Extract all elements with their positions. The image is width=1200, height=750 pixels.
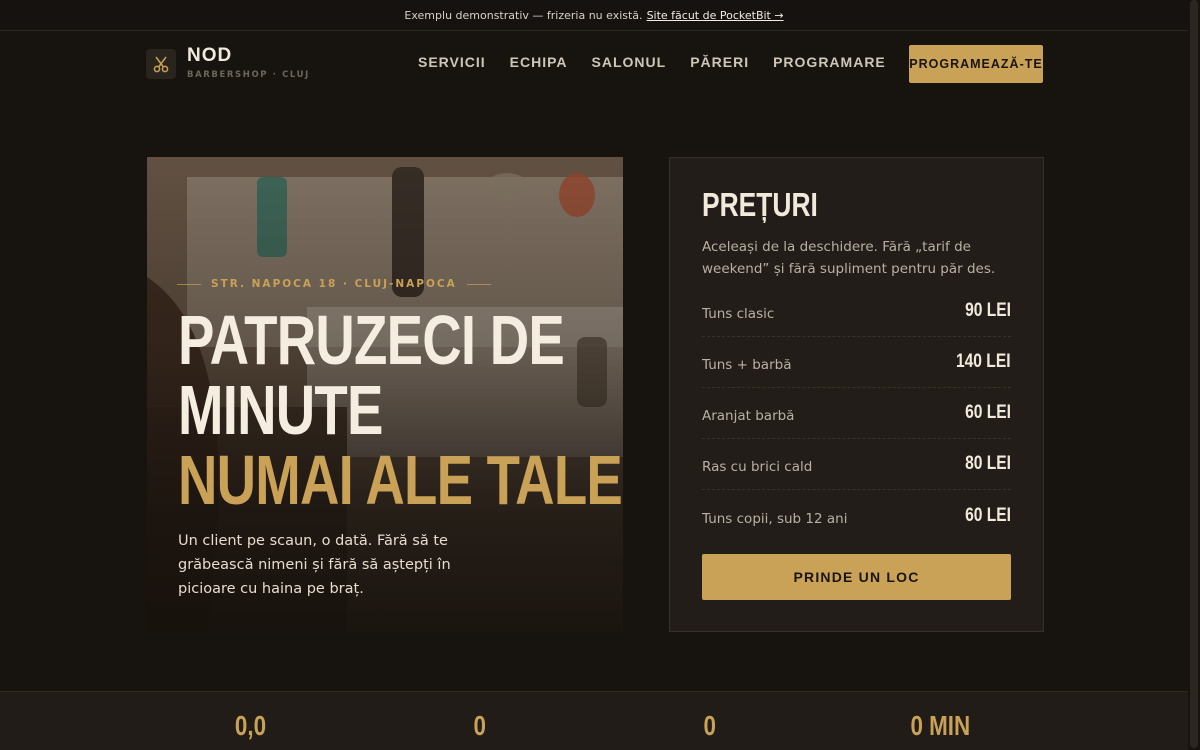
service-price: 60 LEI (965, 504, 1011, 526)
nav-echipa[interactable]: ECHIPA (510, 54, 568, 70)
scissors-icon (153, 56, 169, 73)
price-row: Tuns clasic 90 LEI (702, 286, 1011, 337)
stat-value: 0 (703, 710, 717, 741)
pricing-description: Aceleași de la deschidere. Fără „tarif d… (702, 239, 996, 277)
brand-logo[interactable] (146, 49, 176, 79)
site-header: NOD BARBERSHOP · CLUJ SERVICII ECHIPA SA… (0, 32, 1188, 96)
service-name: Tuns copii, sub 12 ani (702, 510, 848, 527)
nav-servicii[interactable]: SERVICII (418, 54, 486, 70)
hero-title: PATRUZECI DE MINUTE NUMAI ALE TALE. (178, 301, 623, 519)
grab-a-spot-button[interactable]: PRINDE UN LOC (702, 554, 1011, 600)
nav-pareri[interactable]: PĂRERI (690, 54, 749, 70)
nav-salonul[interactable]: SALONUL (592, 54, 667, 70)
stat-rating: 0,0 (150, 710, 350, 742)
divider (177, 283, 201, 285)
nav-programare[interactable]: PROGRAMARE (773, 54, 886, 70)
price-row: Aranjat barbă 60 LEI (702, 388, 1011, 439)
hero-title-line-2: MINUTE (178, 371, 383, 449)
service-price: 60 LEI (965, 402, 1011, 423)
brand-name[interactable]: NOD (187, 45, 232, 67)
service-price: 140 LEI (956, 351, 1011, 372)
pocketbit-link[interactable]: Site făcut de PocketBit → (647, 9, 784, 22)
service-name: Tuns clasic (702, 306, 775, 322)
hero-panel: STR. NAPOCA 18 · CLUJ-NAPOCA PATRUZECI D… (147, 157, 623, 632)
demo-notice-text: Exemplu demonstrativ — frizeria nu exist… (404, 8, 643, 22)
brand-tagline: BARBERSHOP · CLUJ (187, 70, 310, 80)
service-price: 80 LEI (965, 453, 1011, 474)
hero-title-line-3: NUMAI ALE TALE. (178, 441, 623, 519)
stats-strip: 0,0 0 0 0 MIN (0, 691, 1188, 750)
book-now-button[interactable]: PROGRAMEAZĂ-TE (909, 45, 1043, 83)
stat-value: 0 MIN (910, 710, 970, 741)
price-row: Tuns copii, sub 12 ani 60 LEI (702, 490, 1011, 541)
service-price: 90 LEI (965, 300, 1011, 321)
pricing-title: PREȚURI (702, 186, 818, 223)
divider (466, 283, 491, 285)
stat-wait-time: 0 MIN (840, 710, 1040, 742)
hero-address-text: STR. NAPOCA 18 · CLUJ-NAPOCA (211, 278, 457, 290)
price-list: Tuns clasic 90 LEI Tuns + barbă 140 LEI … (702, 286, 1011, 541)
hero-title-line-1: PATRUZECI DE (178, 301, 565, 379)
service-name: Tuns + barbă (702, 357, 792, 373)
stat-item: 0 (380, 710, 580, 742)
service-name: Aranjat barbă (702, 408, 795, 424)
stat-value: 0,0 (234, 710, 266, 741)
price-row: Ras cu brici cald 80 LEI (702, 439, 1011, 490)
demo-notice-bar: Exemplu demonstrativ — frizeria nu exist… (0, 0, 1188, 31)
stat-value: 0 (473, 710, 487, 741)
page-scrollbar[interactable] (1188, 0, 1200, 750)
stat-item: 0 (610, 710, 810, 742)
hero-address: STR. NAPOCA 18 · CLUJ-NAPOCA (177, 278, 491, 290)
scrollbar-thumb[interactable] (1190, 0, 1198, 748)
price-row: Tuns + barbă 140 LEI (702, 337, 1011, 388)
service-name: Ras cu brici cald (702, 459, 813, 475)
main-nav: SERVICII ECHIPA SALONUL PĂRERI PROGRAMAR… (418, 54, 910, 70)
hero-description: Un client pe scaun, o dată. Fără să te g… (178, 533, 451, 597)
pricing-card: PREȚURI Aceleași de la deschidere. Fără … (669, 157, 1044, 632)
